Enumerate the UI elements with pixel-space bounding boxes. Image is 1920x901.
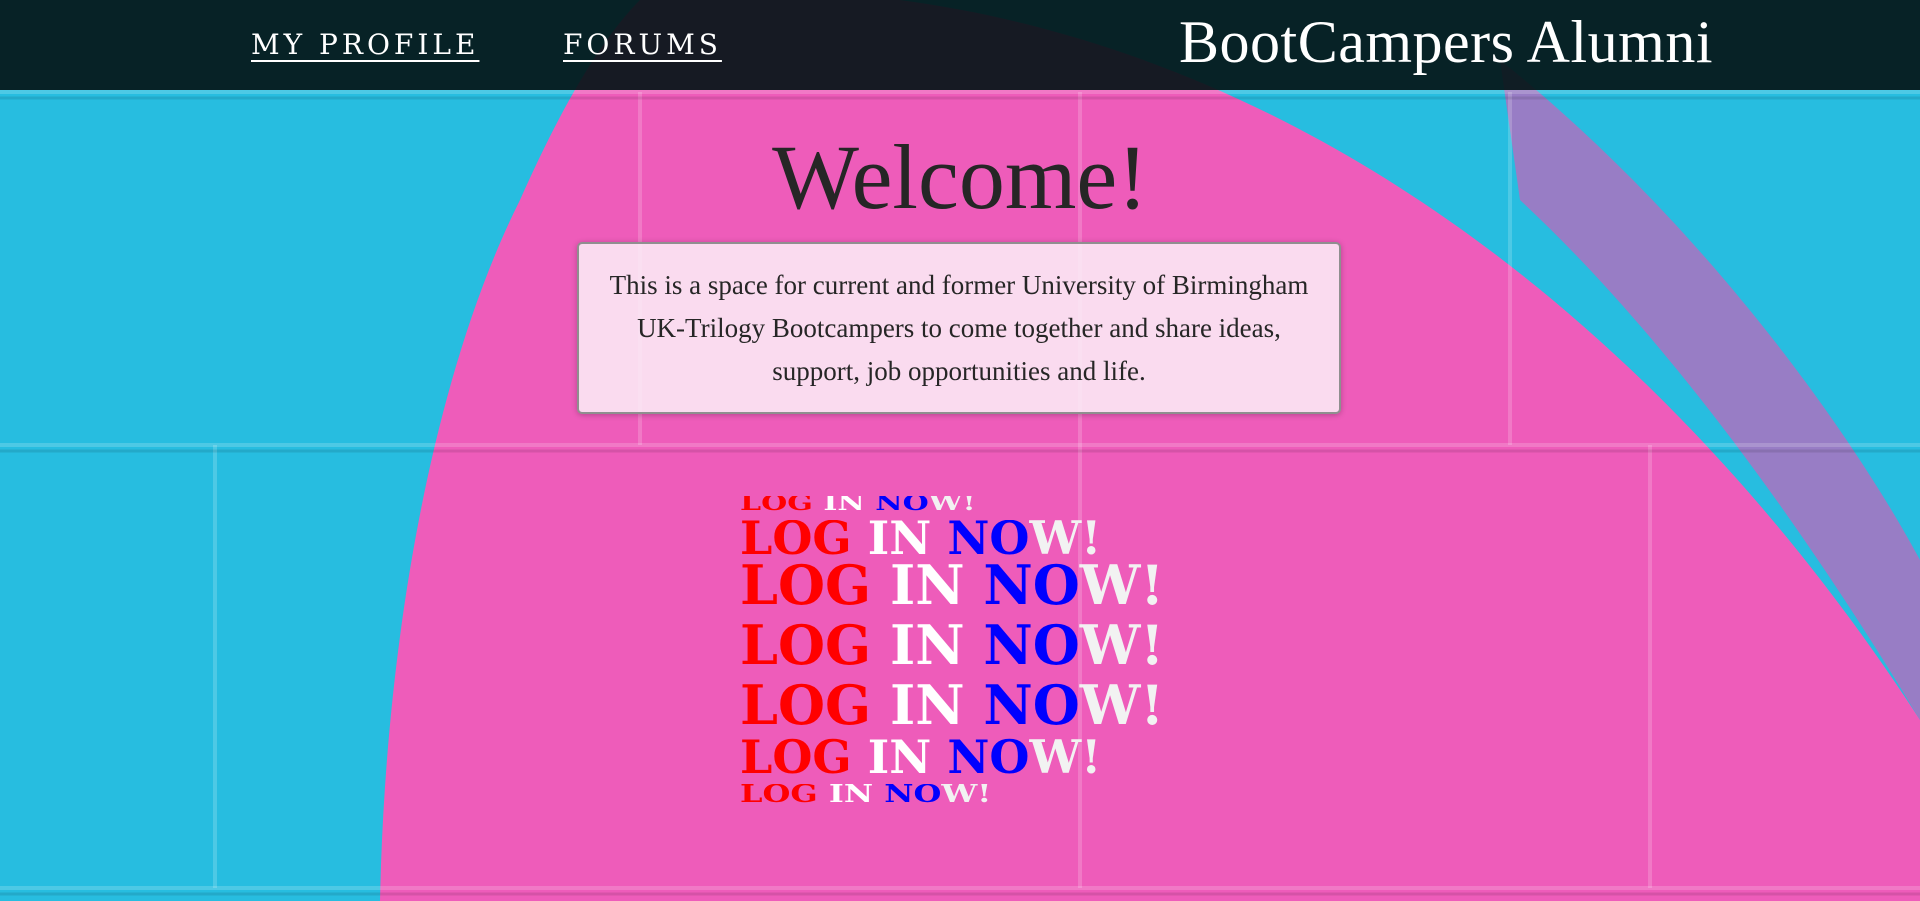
login-now-link[interactable]: LOG IN NOW! LOG IN NOW! LOG IN NOW! LOG …	[740, 496, 1172, 817]
login-word-w: W!	[1029, 520, 1102, 556]
login-word-no: NO	[983, 678, 1080, 732]
login-band-3: LOG IN NOW!	[740, 558, 1172, 612]
login-word-in: IN	[828, 784, 874, 804]
intro-box: This is a space for current and former U…	[577, 242, 1341, 414]
login-word-log: LOG	[740, 496, 813, 512]
login-word-no: NO	[947, 736, 1030, 778]
login-word-in: IN	[889, 678, 965, 732]
login-band-6: LOG IN NOW!	[740, 736, 1172, 778]
login-word-in: IN	[889, 616, 965, 674]
login-band-4: LOG IN NOW!	[740, 616, 1172, 674]
login-word-no: NO	[875, 496, 929, 512]
login-word-no: NO	[983, 616, 1080, 674]
top-navbar: MY PROFILE FORUMS BootCampers Alumni	[0, 0, 1920, 90]
login-word-in: IN	[867, 736, 932, 778]
intro-text: This is a space for current and former U…	[609, 269, 1309, 386]
login-word-w: W!	[928, 496, 976, 512]
login-band-1: LOG IN NOW!	[740, 496, 1172, 511]
login-word-in: IN	[867, 520, 932, 556]
login-band-2: LOG IN NOW!	[740, 520, 1172, 556]
login-band-5: LOG IN NOW!	[740, 678, 1172, 732]
nav-link-my-profile[interactable]: MY PROFILE	[251, 28, 479, 61]
login-word-w: W!	[941, 784, 992, 804]
login-band-7: LOG IN NOW!	[740, 784, 1172, 804]
login-word-log: LOG	[740, 736, 852, 778]
login-word-log: LOG	[740, 616, 872, 674]
welcome-heading: Welcome!	[772, 126, 1148, 228]
login-word-no: NO	[983, 558, 1080, 612]
login-word-w: W!	[1079, 616, 1165, 674]
login-word-w: W!	[1079, 558, 1165, 612]
login-word-log: LOG	[740, 678, 872, 732]
login-word-in: IN	[823, 496, 865, 512]
login-word-w: W!	[1079, 678, 1165, 732]
login-word-w: W!	[1029, 736, 1102, 778]
nav-link-forums[interactable]: FORUMS	[563, 28, 722, 61]
brand-title: BootCampers Alumni	[1179, 9, 1713, 75]
login-word-log: LOG	[740, 558, 872, 612]
login-word-log: LOG	[740, 520, 852, 556]
login-word-no: NO	[884, 784, 942, 804]
login-word-no: NO	[947, 520, 1030, 556]
login-word-log: LOG	[740, 784, 818, 804]
login-word-in: IN	[889, 558, 965, 612]
